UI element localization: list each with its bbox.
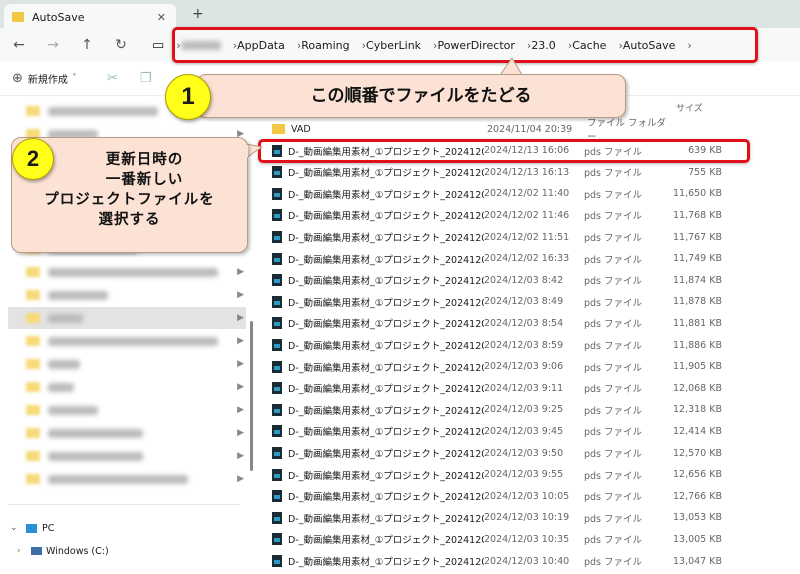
callout-1: この順番でファイルをたどる: [196, 74, 626, 118]
callout-1-text: この順番でファイルをたどる: [310, 86, 532, 106]
callout-2-line: 選択する: [98, 212, 161, 228]
callout-2-line: プロジェクトファイルを: [44, 192, 215, 208]
step-2-badge: 2: [12, 138, 54, 180]
step-1-badge: 1: [165, 74, 211, 120]
callout-2-pointer: [245, 143, 264, 159]
